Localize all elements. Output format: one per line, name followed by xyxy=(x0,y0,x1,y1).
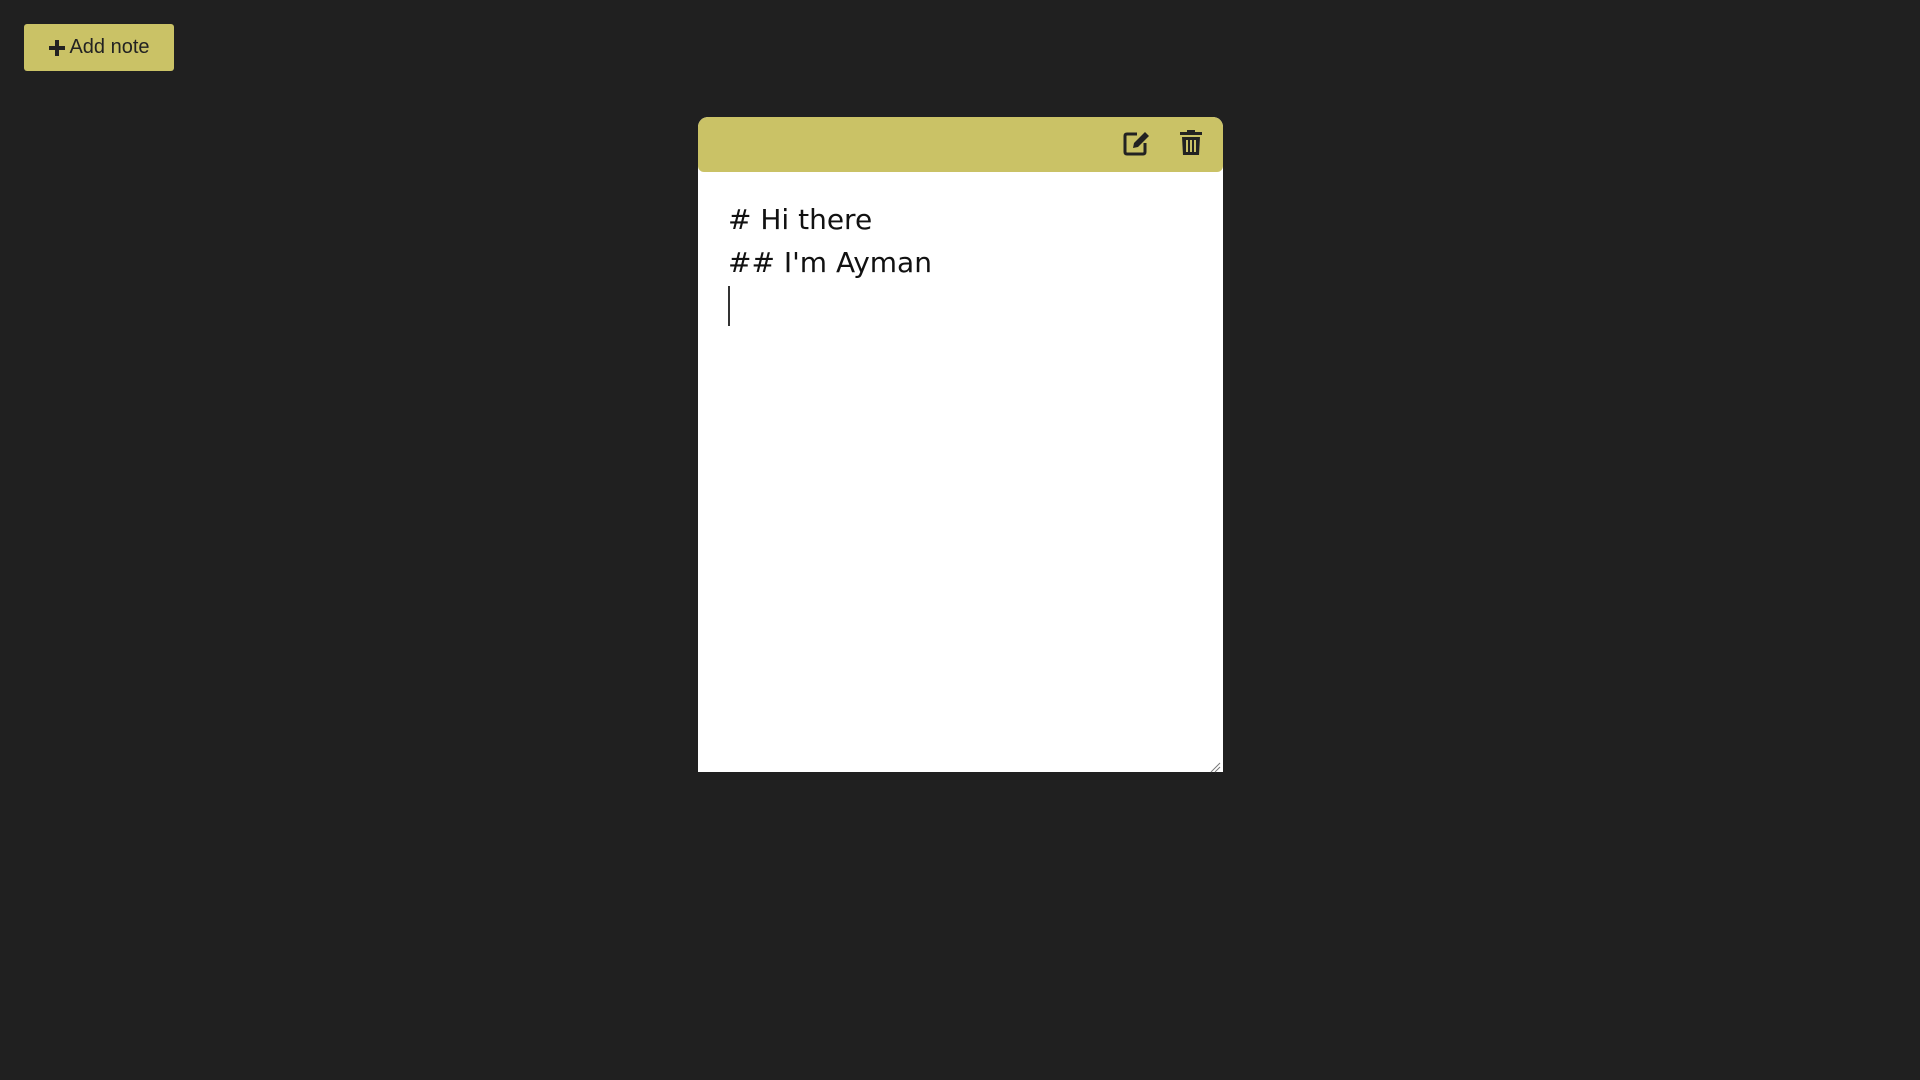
note-line: # Hi there xyxy=(728,203,873,236)
resize-handle[interactable] xyxy=(1209,758,1221,773)
add-note-label: Add note xyxy=(69,36,150,58)
delete-button[interactable] xyxy=(1177,129,1205,160)
plus-icon xyxy=(48,39,66,57)
text-caret xyxy=(728,286,730,326)
edit-icon xyxy=(1123,130,1151,160)
note-textarea[interactable]: # Hi there ## I'm Ayman xyxy=(698,172,1223,772)
note-header xyxy=(698,117,1223,172)
note-line: ## I'm Ayman xyxy=(728,246,932,279)
edit-button[interactable] xyxy=(1123,131,1151,159)
note-card: # Hi there ## I'm Ayman xyxy=(698,117,1223,773)
trash-icon xyxy=(1180,129,1202,160)
add-note-button[interactable]: Add note xyxy=(24,24,174,71)
